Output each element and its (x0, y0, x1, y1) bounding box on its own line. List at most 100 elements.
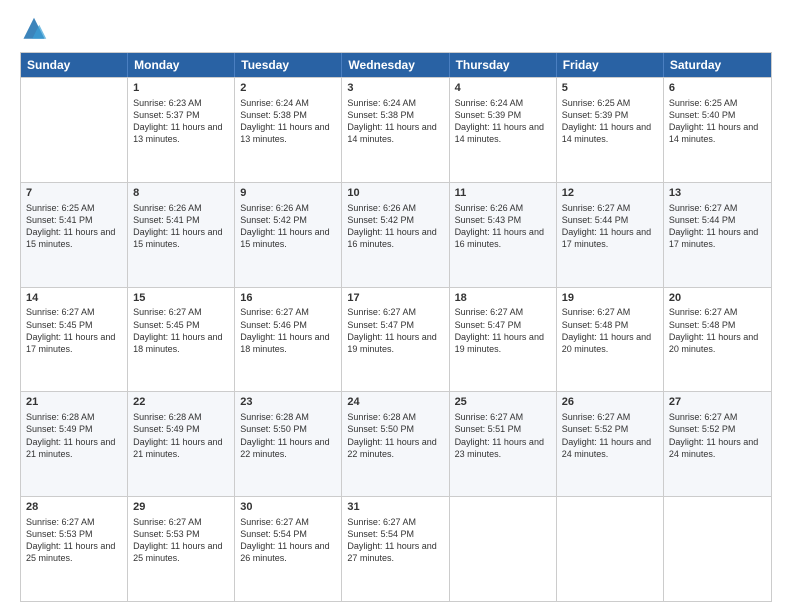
day-number: 4 (455, 81, 551, 96)
calendar-week-4: 21Sunrise: 6:28 AMSunset: 5:49 PMDayligh… (21, 391, 771, 496)
day-number: 11 (455, 186, 551, 201)
calendar-day-28: 28Sunrise: 6:27 AMSunset: 5:53 PMDayligh… (21, 497, 128, 601)
calendar-day-12: 12Sunrise: 6:27 AMSunset: 5:44 PMDayligh… (557, 183, 664, 287)
calendar-day-5: 5Sunrise: 6:25 AMSunset: 5:39 PMDaylight… (557, 78, 664, 182)
day-number: 16 (240, 291, 336, 306)
cell-info: Sunrise: 6:27 AMSunset: 5:52 PMDaylight:… (669, 411, 766, 460)
day-number: 13 (669, 186, 766, 201)
cell-info: Sunrise: 6:27 AMSunset: 5:53 PMDaylight:… (133, 516, 229, 565)
day-number: 12 (562, 186, 658, 201)
day-number: 7 (26, 186, 122, 201)
calendar-day-15: 15Sunrise: 6:27 AMSunset: 5:45 PMDayligh… (128, 288, 235, 392)
day-number: 20 (669, 291, 766, 306)
cell-info: Sunrise: 6:27 AMSunset: 5:47 PMDaylight:… (347, 306, 443, 355)
day-number: 22 (133, 395, 229, 410)
cell-info: Sunrise: 6:24 AMSunset: 5:39 PMDaylight:… (455, 97, 551, 146)
calendar-day-29: 29Sunrise: 6:27 AMSunset: 5:53 PMDayligh… (128, 497, 235, 601)
day-number: 27 (669, 395, 766, 410)
header-day-friday: Friday (557, 53, 664, 77)
calendar-day-20: 20Sunrise: 6:27 AMSunset: 5:48 PMDayligh… (664, 288, 771, 392)
calendar-day-3: 3Sunrise: 6:24 AMSunset: 5:38 PMDaylight… (342, 78, 449, 182)
calendar-day-10: 10Sunrise: 6:26 AMSunset: 5:42 PMDayligh… (342, 183, 449, 287)
calendar-day-23: 23Sunrise: 6:28 AMSunset: 5:50 PMDayligh… (235, 392, 342, 496)
calendar-day-2: 2Sunrise: 6:24 AMSunset: 5:38 PMDaylight… (235, 78, 342, 182)
cell-info: Sunrise: 6:27 AMSunset: 5:52 PMDaylight:… (562, 411, 658, 460)
calendar-day-31: 31Sunrise: 6:27 AMSunset: 5:54 PMDayligh… (342, 497, 449, 601)
calendar-day-24: 24Sunrise: 6:28 AMSunset: 5:50 PMDayligh… (342, 392, 449, 496)
calendar-empty-cell (664, 497, 771, 601)
day-number: 5 (562, 81, 658, 96)
day-number: 24 (347, 395, 443, 410)
cell-info: Sunrise: 6:27 AMSunset: 5:54 PMDaylight:… (240, 516, 336, 565)
cell-info: Sunrise: 6:27 AMSunset: 5:48 PMDaylight:… (669, 306, 766, 355)
calendar-day-21: 21Sunrise: 6:28 AMSunset: 5:49 PMDayligh… (21, 392, 128, 496)
cell-info: Sunrise: 6:27 AMSunset: 5:45 PMDaylight:… (26, 306, 122, 355)
cell-info: Sunrise: 6:26 AMSunset: 5:43 PMDaylight:… (455, 202, 551, 251)
header-day-thursday: Thursday (450, 53, 557, 77)
calendar-empty-cell (21, 78, 128, 182)
cell-info: Sunrise: 6:25 AMSunset: 5:39 PMDaylight:… (562, 97, 658, 146)
calendar-empty-cell (450, 497, 557, 601)
cell-info: Sunrise: 6:27 AMSunset: 5:53 PMDaylight:… (26, 516, 122, 565)
calendar-day-7: 7Sunrise: 6:25 AMSunset: 5:41 PMDaylight… (21, 183, 128, 287)
calendar-day-1: 1Sunrise: 6:23 AMSunset: 5:37 PMDaylight… (128, 78, 235, 182)
day-number: 29 (133, 500, 229, 515)
header-day-saturday: Saturday (664, 53, 771, 77)
cell-info: Sunrise: 6:25 AMSunset: 5:40 PMDaylight:… (669, 97, 766, 146)
cell-info: Sunrise: 6:25 AMSunset: 5:41 PMDaylight:… (26, 202, 122, 251)
header-day-monday: Monday (128, 53, 235, 77)
day-number: 15 (133, 291, 229, 306)
cell-info: Sunrise: 6:28 AMSunset: 5:49 PMDaylight:… (26, 411, 122, 460)
page: SundayMondayTuesdayWednesdayThursdayFrid… (0, 0, 792, 612)
calendar-header: SundayMondayTuesdayWednesdayThursdayFrid… (21, 53, 771, 77)
day-number: 8 (133, 186, 229, 201)
calendar-week-2: 7Sunrise: 6:25 AMSunset: 5:41 PMDaylight… (21, 182, 771, 287)
day-number: 25 (455, 395, 551, 410)
day-number: 9 (240, 186, 336, 201)
logo-icon (20, 16, 48, 44)
day-number: 28 (26, 500, 122, 515)
calendar-day-8: 8Sunrise: 6:26 AMSunset: 5:41 PMDaylight… (128, 183, 235, 287)
calendar-day-19: 19Sunrise: 6:27 AMSunset: 5:48 PMDayligh… (557, 288, 664, 392)
calendar-day-4: 4Sunrise: 6:24 AMSunset: 5:39 PMDaylight… (450, 78, 557, 182)
cell-info: Sunrise: 6:27 AMSunset: 5:44 PMDaylight:… (562, 202, 658, 251)
cell-info: Sunrise: 6:27 AMSunset: 5:48 PMDaylight:… (562, 306, 658, 355)
cell-info: Sunrise: 6:27 AMSunset: 5:46 PMDaylight:… (240, 306, 336, 355)
day-number: 23 (240, 395, 336, 410)
day-number: 17 (347, 291, 443, 306)
cell-info: Sunrise: 6:27 AMSunset: 5:51 PMDaylight:… (455, 411, 551, 460)
day-number: 31 (347, 500, 443, 515)
calendar-day-13: 13Sunrise: 6:27 AMSunset: 5:44 PMDayligh… (664, 183, 771, 287)
cell-info: Sunrise: 6:24 AMSunset: 5:38 PMDaylight:… (240, 97, 336, 146)
calendar-day-30: 30Sunrise: 6:27 AMSunset: 5:54 PMDayligh… (235, 497, 342, 601)
header (20, 16, 772, 44)
calendar-day-17: 17Sunrise: 6:27 AMSunset: 5:47 PMDayligh… (342, 288, 449, 392)
calendar-empty-cell (557, 497, 664, 601)
calendar: SundayMondayTuesdayWednesdayThursdayFrid… (20, 52, 772, 602)
day-number: 26 (562, 395, 658, 410)
calendar-week-5: 28Sunrise: 6:27 AMSunset: 5:53 PMDayligh… (21, 496, 771, 601)
day-number: 18 (455, 291, 551, 306)
cell-info: Sunrise: 6:23 AMSunset: 5:37 PMDaylight:… (133, 97, 229, 146)
calendar-day-14: 14Sunrise: 6:27 AMSunset: 5:45 PMDayligh… (21, 288, 128, 392)
header-day-sunday: Sunday (21, 53, 128, 77)
cell-info: Sunrise: 6:27 AMSunset: 5:54 PMDaylight:… (347, 516, 443, 565)
day-number: 14 (26, 291, 122, 306)
calendar-week-1: 1Sunrise: 6:23 AMSunset: 5:37 PMDaylight… (21, 77, 771, 182)
logo (20, 16, 52, 44)
calendar-day-22: 22Sunrise: 6:28 AMSunset: 5:49 PMDayligh… (128, 392, 235, 496)
cell-info: Sunrise: 6:28 AMSunset: 5:50 PMDaylight:… (347, 411, 443, 460)
header-day-tuesday: Tuesday (235, 53, 342, 77)
cell-info: Sunrise: 6:26 AMSunset: 5:42 PMDaylight:… (347, 202, 443, 251)
day-number: 6 (669, 81, 766, 96)
calendar-week-3: 14Sunrise: 6:27 AMSunset: 5:45 PMDayligh… (21, 287, 771, 392)
cell-info: Sunrise: 6:27 AMSunset: 5:44 PMDaylight:… (669, 202, 766, 251)
cell-info: Sunrise: 6:28 AMSunset: 5:50 PMDaylight:… (240, 411, 336, 460)
calendar-day-16: 16Sunrise: 6:27 AMSunset: 5:46 PMDayligh… (235, 288, 342, 392)
day-number: 10 (347, 186, 443, 201)
cell-info: Sunrise: 6:26 AMSunset: 5:41 PMDaylight:… (133, 202, 229, 251)
cell-info: Sunrise: 6:26 AMSunset: 5:42 PMDaylight:… (240, 202, 336, 251)
calendar-day-25: 25Sunrise: 6:27 AMSunset: 5:51 PMDayligh… (450, 392, 557, 496)
day-number: 1 (133, 81, 229, 96)
calendar-day-9: 9Sunrise: 6:26 AMSunset: 5:42 PMDaylight… (235, 183, 342, 287)
